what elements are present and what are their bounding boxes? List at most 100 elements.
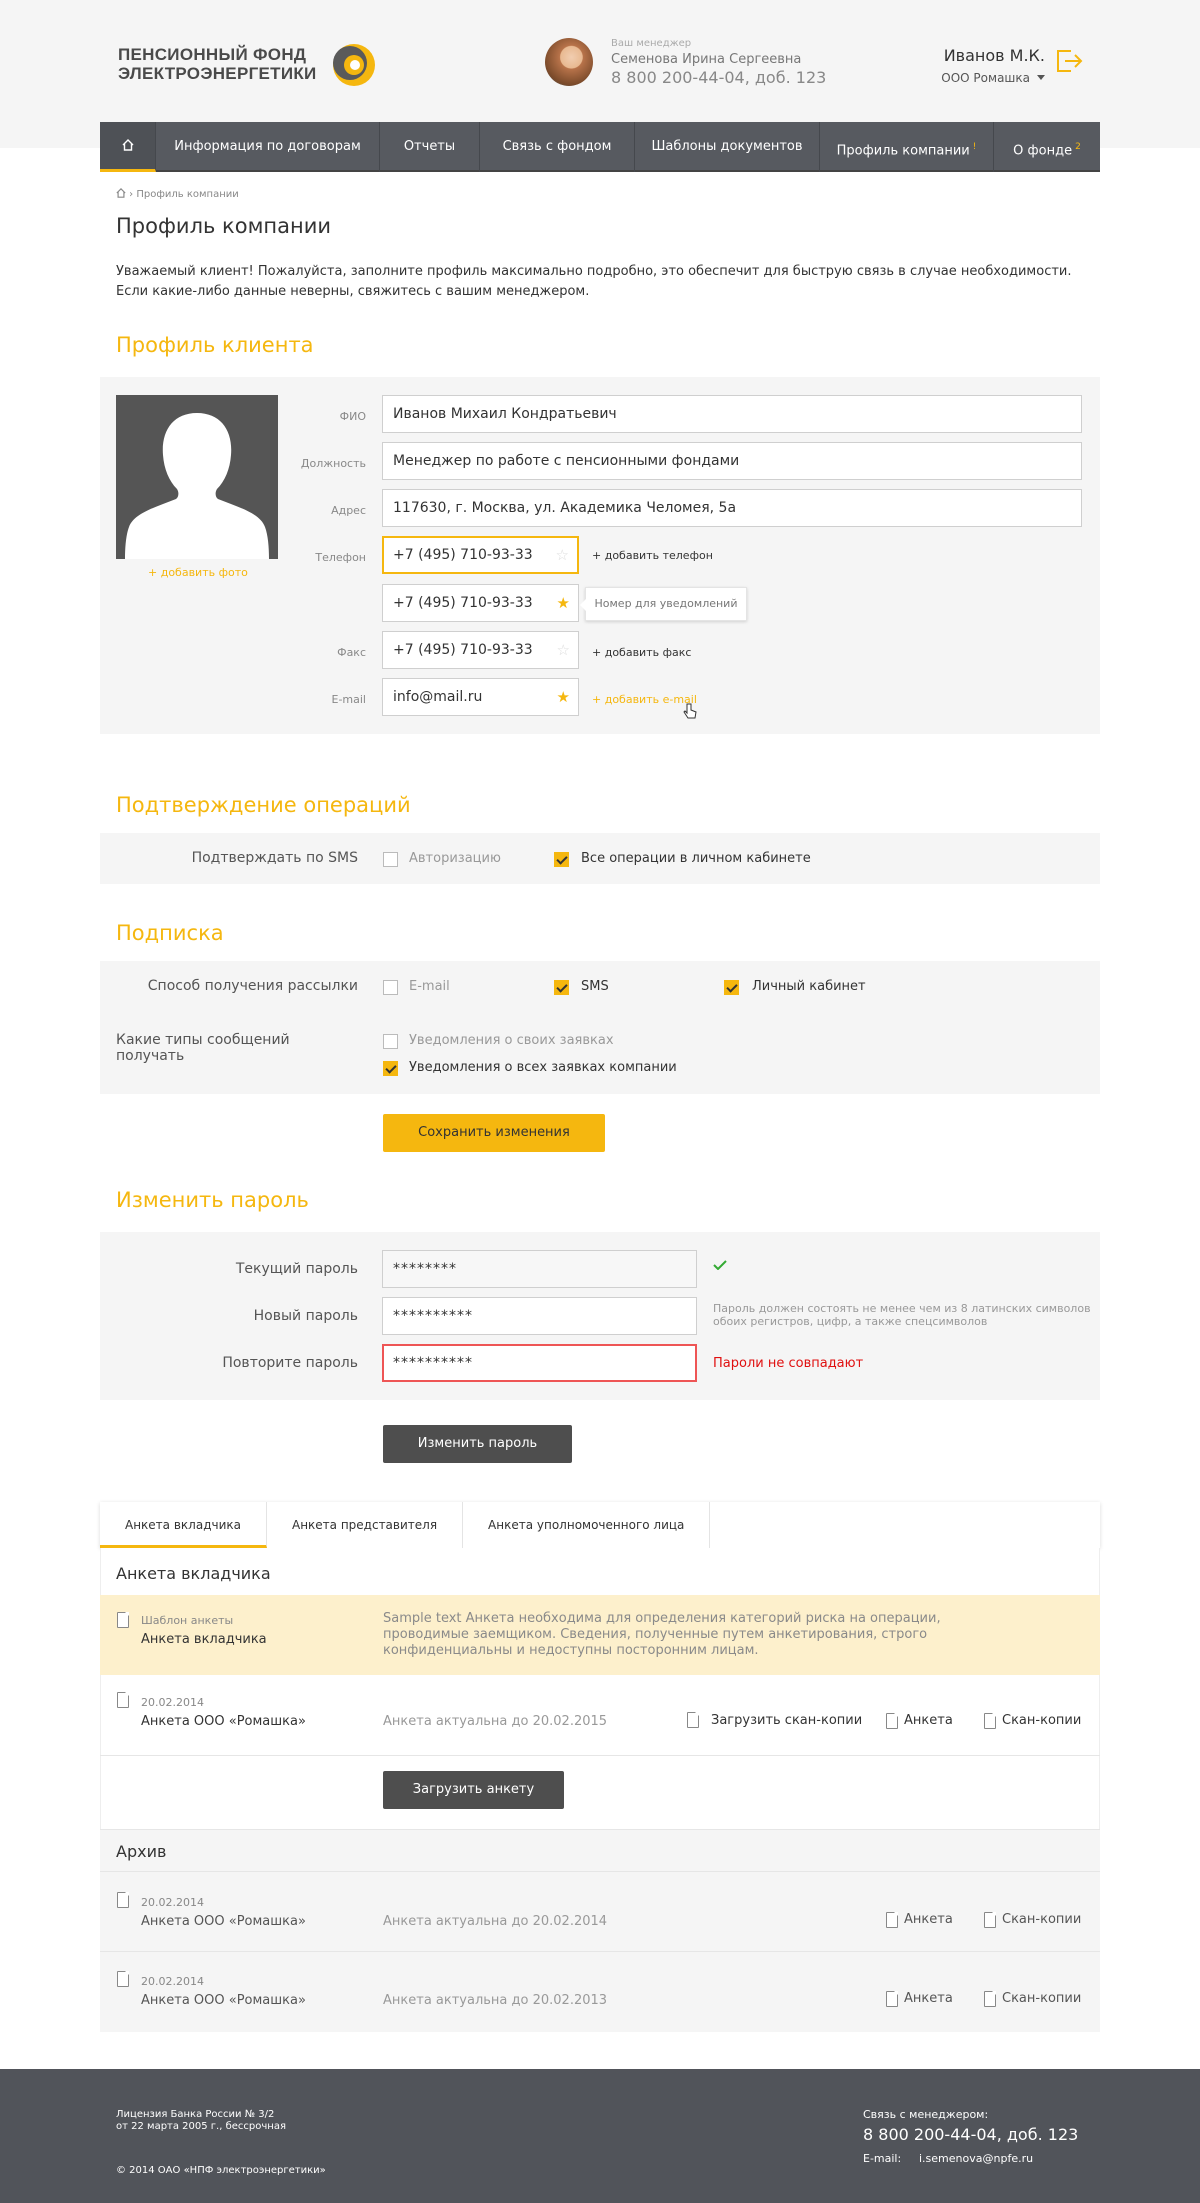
- breadcrumb-current: Профиль компании: [136, 189, 239, 200]
- add-phone-link[interactable]: + добавить телефон: [592, 549, 713, 562]
- fax-field[interactable]: +7 (495) 710-93-33 ☆: [382, 631, 579, 669]
- footer-phone: 8 800 200-44-04, доб. 123: [863, 2125, 1079, 2144]
- archive-date: 20.02.2014: [141, 1975, 204, 1988]
- download-doc-icon[interactable]: [117, 1612, 129, 1628]
- add-email-link[interactable]: + добавить e-mail: [592, 693, 697, 706]
- add-photo-link[interactable]: + добавить фото: [148, 566, 248, 579]
- star-icon[interactable]: ☆: [556, 538, 569, 572]
- form-date: 20.02.2014: [141, 1696, 204, 1709]
- nav-about[interactable]: О фонде 2: [994, 122, 1100, 172]
- nav-badge: 2: [1075, 142, 1081, 152]
- current-password-label: Текущий пароль: [235, 1261, 358, 1277]
- current-password-field[interactable]: ********: [382, 1250, 697, 1288]
- sms-checkbox-label: SMS: [581, 979, 609, 994]
- doc-icon: [886, 1713, 898, 1729]
- form-section: [100, 1548, 1100, 1830]
- logout-icon[interactable]: [1055, 48, 1083, 74]
- org-select[interactable]: ООО Ромашка: [905, 71, 1045, 85]
- phone-field-2[interactable]: +7 (495) 710-93-33 ★: [382, 584, 579, 622]
- nav-company-profile[interactable]: Профиль компании!: [820, 122, 994, 172]
- archive-status: Анкета актуальна до 20.02.2013: [383, 1993, 608, 2008]
- notification-tooltip: Номер для уведомлений: [580, 587, 747, 621]
- archive-scans-link[interactable]: Скан-копии: [1002, 1912, 1081, 1927]
- upload-form-button[interactable]: Загрузить анкету: [383, 1771, 564, 1809]
- tab-authorized-person[interactable]: Анкета уполномоченного лица: [463, 1502, 711, 1548]
- own-requests-checkbox[interactable]: [383, 1034, 398, 1049]
- template-description: Sample text Анкета необходима для опреде…: [383, 1611, 941, 1658]
- footer: Лицензия Банка России № 3/2 от 22 марта 2…: [0, 2069, 1200, 2203]
- all-ops-checkbox[interactable]: [554, 852, 569, 867]
- nav-home[interactable]: [100, 122, 156, 172]
- hand-cursor-icon: [683, 703, 697, 719]
- save-button[interactable]: Сохранить изменения: [383, 1114, 605, 1152]
- tab-depositor[interactable]: Анкета вкладчика: [100, 1502, 267, 1548]
- user-menu[interactable]: Иванов М.К. ООО Ромашка: [905, 46, 1045, 85]
- intro-line-2: Если какие-либо данные неверны, свяжитес…: [116, 284, 590, 299]
- all-ops-checkbox-label: Все операции в личном кабинете: [581, 851, 811, 866]
- email-value: info@mail.ru: [393, 689, 483, 705]
- chevron-down-icon: [1037, 75, 1045, 80]
- nav-contracts[interactable]: Информация по договорам: [156, 122, 380, 172]
- sms-checkbox[interactable]: [554, 980, 569, 995]
- template-name[interactable]: Анкета вкладчика: [141, 1632, 267, 1647]
- all-requests-label: Уведомления о всех заявках компании: [409, 1060, 677, 1075]
- archive-title: Архив: [116, 1842, 167, 1861]
- footer-email-label: E-mail:: [863, 2152, 902, 2165]
- footer-email-link[interactable]: i.semenova@npfe.ru: [919, 2152, 1033, 2165]
- phone-field-1[interactable]: +7 (495) 710-93-33 ☆: [382, 536, 579, 574]
- upload-scans-link[interactable]: Загрузить скан-копии: [711, 1713, 862, 1728]
- copyright: © 2014 ОАО «НПФ электроэнергетики»: [116, 2165, 326, 2176]
- manager-caption: Ваш менеджер: [611, 38, 692, 49]
- nav-contact[interactable]: Связь с фондом: [480, 122, 635, 172]
- star-icon[interactable]: ★: [557, 679, 570, 715]
- repeat-password-field[interactable]: **********: [382, 1344, 697, 1382]
- form-name[interactable]: Анкета ООО «Ромашка»: [141, 1714, 306, 1729]
- cabinet-checkbox-label: Личный кабинет: [752, 979, 866, 994]
- nav-badge: !: [972, 142, 977, 152]
- form-tabs: Анкета вкладчика Анкета представителя Ан…: [100, 1502, 1100, 1548]
- nav-reports[interactable]: Отчеты: [380, 122, 480, 172]
- archive-date: 20.02.2014: [141, 1896, 204, 1909]
- add-fax-link[interactable]: + добавить факс: [592, 646, 691, 659]
- page-title: Профиль компании: [116, 214, 332, 238]
- archive-form-link[interactable]: Анкета: [904, 1912, 953, 1927]
- doc-icon: [886, 1991, 898, 2007]
- archive-name[interactable]: Анкета ООО «Ромашка»: [141, 1993, 306, 2008]
- org-label: ООО Ромашка: [941, 71, 1030, 85]
- form-link[interactable]: Анкета: [904, 1713, 953, 1728]
- change-password-button[interactable]: Изменить пароль: [383, 1425, 572, 1463]
- fio-field[interactable]: Иванов Михаил Кондратьевич: [382, 395, 1082, 433]
- star-icon[interactable]: ☆: [557, 632, 570, 668]
- cabinet-checkbox[interactable]: [724, 980, 739, 995]
- logo-line-2: ЭЛЕКТРОЭНЕРГЕТИКИ: [118, 64, 317, 83]
- form-status: Анкета актуальна до 20.02.2015: [383, 1714, 608, 1729]
- manager-name: Семенова Ирина Сергеевна: [611, 52, 802, 67]
- new-password-field[interactable]: **********: [382, 1297, 697, 1335]
- all-requests-checkbox[interactable]: [383, 1061, 398, 1076]
- scans-link[interactable]: Скан-копии: [1002, 1713, 1081, 1728]
- nav-templates[interactable]: Шаблоны документов: [635, 122, 820, 172]
- doc-icon: [984, 1991, 996, 2007]
- license: Лицензия Банка России № 3/2 от 22 марта 2…: [116, 2109, 286, 2133]
- position-field[interactable]: Менеджер по работе с пенсионными фондами: [382, 442, 1082, 480]
- message-types-label: Какие типы сообщений получать: [116, 1032, 290, 1064]
- archive-scans-link[interactable]: Скан-копии: [1002, 1991, 1081, 2006]
- repeat-password-label: Повторите пароль: [222, 1355, 358, 1371]
- logo[interactable]: ПЕНСИОННЫЙ ФОНД ЭЛЕКТРОЭНЕРГЕТИКИ: [118, 42, 378, 88]
- email-checkbox-label: E-mail: [409, 979, 450, 994]
- address-field[interactable]: 117630, г. Москва, ул. Академика Челомея…: [382, 489, 1082, 527]
- home-icon[interactable]: [116, 188, 126, 198]
- tab-representative[interactable]: Анкета представителя: [267, 1502, 464, 1548]
- archive-form-link[interactable]: Анкета: [904, 1991, 953, 2006]
- doc-icon: [984, 1912, 996, 1928]
- email-checkbox[interactable]: [383, 980, 398, 995]
- label-position: Должность: [300, 457, 366, 470]
- auth-checkbox[interactable]: [383, 852, 398, 867]
- archive-name[interactable]: Анкета ООО «Ромашка»: [141, 1914, 306, 1929]
- star-icon[interactable]: ★: [557, 585, 570, 621]
- divider: [100, 1951, 1100, 1952]
- doc-icon: [687, 1712, 699, 1728]
- phone-1-value: +7 (495) 710-93-33: [393, 547, 533, 563]
- manager-avatar: [545, 38, 593, 86]
- email-field[interactable]: info@mail.ru ★: [382, 678, 579, 716]
